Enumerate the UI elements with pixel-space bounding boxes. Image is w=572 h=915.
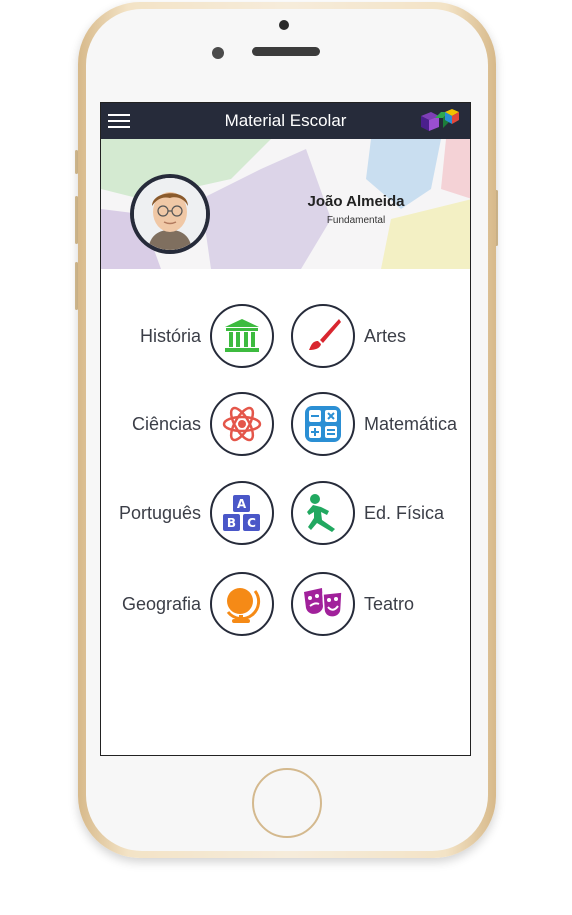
theater-masks-icon bbox=[304, 588, 343, 618]
app-logo-icon bbox=[421, 109, 459, 131]
matematica-button[interactable] bbox=[291, 392, 355, 456]
front-camera bbox=[279, 20, 289, 30]
home-button[interactable] bbox=[252, 768, 322, 838]
avatar-face-icon bbox=[134, 178, 206, 250]
svg-text:C: C bbox=[247, 516, 256, 530]
portugues-button[interactable]: A B C bbox=[210, 481, 274, 545]
subject-label-matematica[interactable]: Matemática bbox=[364, 414, 457, 435]
edfisica-button[interactable] bbox=[291, 481, 355, 545]
profile-banner: João Almeida Fundamental bbox=[101, 139, 470, 269]
page-title: Material Escolar bbox=[224, 111, 347, 130]
teatro-button[interactable] bbox=[291, 572, 355, 636]
proximity-sensor bbox=[212, 47, 224, 59]
running-person-icon bbox=[307, 494, 335, 532]
earpiece-speaker bbox=[252, 47, 320, 56]
svg-text:B: B bbox=[227, 516, 236, 530]
subject-label-portugues[interactable]: Português bbox=[101, 503, 201, 524]
atom-icon bbox=[222, 406, 262, 442]
paintbrush-icon bbox=[309, 319, 341, 350]
avatar[interactable] bbox=[130, 174, 210, 254]
globe-icon bbox=[226, 588, 261, 623]
app-screen: Material Escolar João Almeida Fundamenta… bbox=[100, 102, 471, 756]
abc-blocks-icon: A B C bbox=[223, 495, 260, 531]
ciencias-button[interactable] bbox=[210, 392, 274, 456]
museum-icon bbox=[225, 319, 259, 352]
subject-label-historia[interactable]: História bbox=[101, 326, 201, 347]
subject-label-geografia[interactable]: Geografia bbox=[101, 594, 201, 615]
subject-label-teatro[interactable]: Teatro bbox=[364, 594, 414, 615]
user-level: Fundamental bbox=[326, 215, 386, 226]
subject-label-edfisica[interactable]: Ed. Física bbox=[364, 503, 444, 524]
subject-label-artes[interactable]: Artes bbox=[364, 326, 406, 347]
user-name: João Almeida bbox=[307, 193, 405, 210]
top-bar: Material Escolar bbox=[101, 103, 470, 139]
calculator-icon bbox=[305, 406, 341, 442]
subject-label-ciencias[interactable]: Ciências bbox=[101, 414, 201, 435]
svg-text:A: A bbox=[237, 497, 247, 511]
artes-button[interactable] bbox=[291, 304, 355, 368]
historia-button[interactable] bbox=[210, 304, 274, 368]
geografia-button[interactable] bbox=[210, 572, 274, 636]
avatar-photo bbox=[134, 178, 206, 250]
